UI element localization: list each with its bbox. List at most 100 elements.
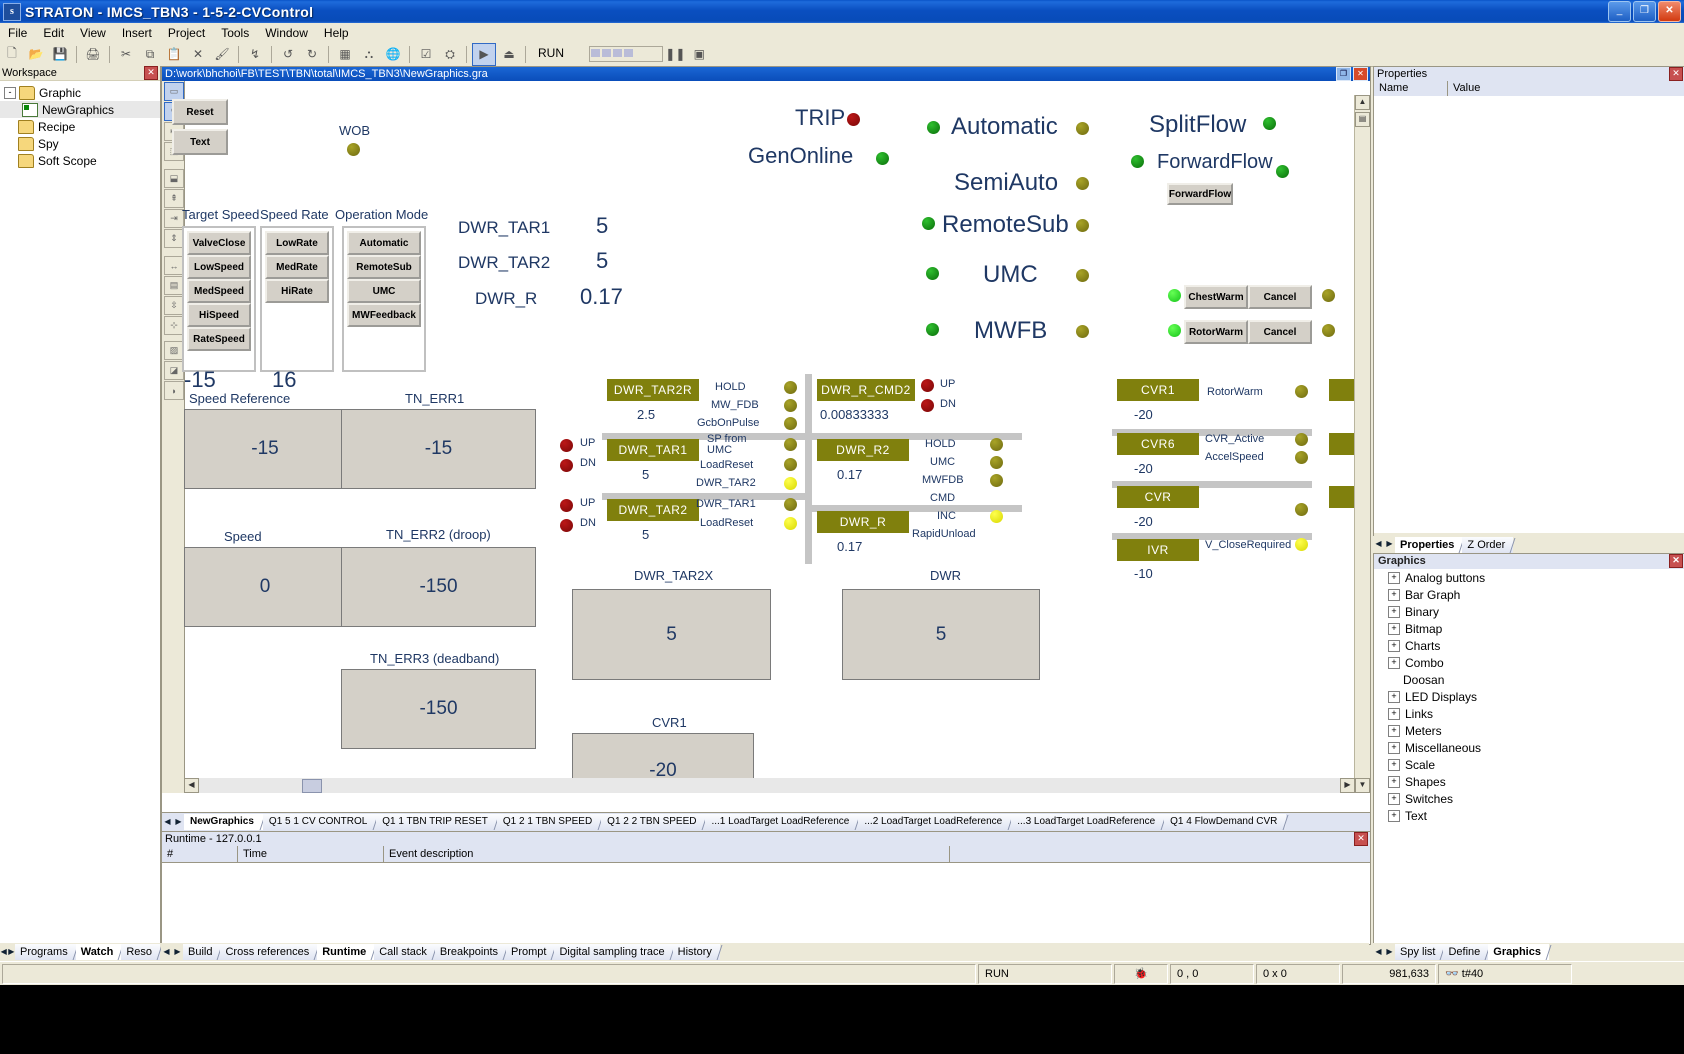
doctab-tbn-trip-reset[interactable]: Q1 1 TBN TRIP RESET <box>376 814 497 830</box>
graphics-item-doosan[interactable]: Doosan <box>1374 671 1684 688</box>
graphics-item-switches[interactable]: + Switches <box>1374 790 1684 807</box>
block-tag-ivr[interactable]: IVR <box>1117 539 1199 561</box>
align-top-icon[interactable]: ⇞ <box>164 189 184 208</box>
expand-icon[interactable]: + <box>1388 792 1400 805</box>
column-name[interactable]: Name <box>1374 81 1448 96</box>
pattern-icon[interactable]: ⊹ <box>164 316 184 335</box>
btn-medspeed[interactable]: MedSpeed <box>187 279 251 303</box>
block-tag-dwr-r-cmd2[interactable]: DWR_R_CMD2 <box>817 379 915 401</box>
workspace-close-icon[interactable]: ✕ <box>144 66 158 80</box>
btn-medrate[interactable]: MedRate <box>265 255 329 279</box>
block-tag-cvr[interactable]: CVR <box>1117 486 1199 508</box>
debugtab-breakpoints[interactable]: Breakpoints <box>434 944 507 960</box>
globe-icon[interactable]: 🌐 <box>382 44 404 65</box>
delete-icon[interactable]: ✕ <box>187 44 209 65</box>
doctab-cv-control[interactable]: Q1 5 1 CV CONTROL <box>262 814 377 830</box>
btn-hirate[interactable]: HiRate <box>265 279 329 303</box>
expand-icon[interactable]: + <box>1388 758 1400 771</box>
proptab-z-order[interactable]: Z Order <box>1462 536 1514 553</box>
proptab-prev-icon[interactable]: ◀ <box>1373 538 1384 551</box>
tab-next-icon[interactable]: ▶ <box>8 946 16 959</box>
block-tag-dwr-tar2[interactable]: DWR_TAR2 <box>607 499 699 521</box>
graphics-item-bitmap[interactable]: + Bitmap <box>1374 620 1684 637</box>
menu-help[interactable]: Help <box>316 24 357 42</box>
block-tag-dwr-tar1[interactable]: DWR_TAR1 <box>607 439 699 461</box>
debugtab-cross-references[interactable]: Cross references <box>220 944 318 960</box>
menu-edit[interactable]: Edit <box>35 24 72 42</box>
debugtab-build[interactable]: Build <box>183 944 221 960</box>
open-icon[interactable]: 📂 <box>25 44 47 65</box>
doctab-loadtarget-3[interactable]: ...3 LoadTarget LoadReference <box>1011 814 1165 830</box>
block-tag-cvr6[interactable]: CVR6 <box>1117 433 1199 455</box>
paste-icon[interactable]: 📋 <box>163 44 185 65</box>
canvas-vertical-scrollbar[interactable]: ▲ ▤ ▼ <box>1354 95 1370 793</box>
block-tag-dwr-r2[interactable]: DWR_R2 <box>817 439 909 461</box>
tn-err2-box[interactable]: -150 <box>341 547 536 627</box>
btn-ratespeed[interactable]: RateSpeed <box>187 327 251 351</box>
btn-mwfeedback[interactable]: MWFeedback <box>347 303 421 327</box>
format-paint-icon[interactable]: 🖌 <box>211 44 233 65</box>
rotorwarm-cancel-button[interactable]: Cancel <box>1248 320 1312 344</box>
tree-item-recipe[interactable]: Recipe <box>0 118 160 135</box>
gfxtab-prev-icon[interactable]: ◀ <box>1373 946 1384 959</box>
debugtab-runtime[interactable]: Runtime <box>317 944 375 960</box>
hierarchy-icon[interactable]: ⛬ <box>358 44 380 65</box>
doctab-tbn-speed-1[interactable]: Q1 2 1 TBN SPEED <box>496 814 602 830</box>
doctab-loadtarget-1[interactable]: ...1 LoadTarget LoadReference <box>705 814 859 830</box>
menu-view[interactable]: View <box>72 24 114 42</box>
expand-icon[interactable]: + <box>1388 690 1400 703</box>
tree-item-softscope[interactable]: Soft Scope <box>0 152 160 169</box>
graphic-canvas[interactable]: ▭ ↖ ⇤ ⬚ ⬓ ⇞ ⇥ ⇕ ↔ ▤ ⇳ ⊹ ▨ ◪ ◗ Reset Text… <box>162 81 1370 793</box>
scroll-up-icon[interactable]: ▲ <box>1355 95 1370 110</box>
proptab-next-icon[interactable]: ▶ <box>1384 538 1395 551</box>
graphics-item-led-displays[interactable]: + LED Displays <box>1374 688 1684 705</box>
menu-window[interactable]: Window <box>257 24 316 42</box>
properties-list[interactable] <box>1374 96 1684 533</box>
menu-file[interactable]: File <box>0 24 35 42</box>
tab-resources[interactable]: Reso <box>121 944 160 960</box>
expand-icon[interactable]: + <box>1388 656 1400 669</box>
gfxtab-define[interactable]: Define <box>1443 944 1489 960</box>
scroll-thumb[interactable] <box>302 779 322 793</box>
grid-icon[interactable]: ▦ <box>334 44 356 65</box>
maximize-button[interactable]: ❐ <box>1633 1 1656 22</box>
chestwarm-button[interactable]: ChestWarm <box>1184 285 1248 309</box>
tab-prev-icon[interactable]: ◀ <box>0 946 8 959</box>
paint-bucket-icon[interactable]: ◗ <box>164 381 184 400</box>
expand-icon[interactable]: + <box>1388 605 1400 618</box>
expand-icon[interactable]: + <box>1388 571 1400 584</box>
fill-icon[interactable]: ◪ <box>164 361 184 380</box>
debugtab-next-icon[interactable]: ▶ <box>172 946 183 959</box>
tn-err1-box[interactable]: -15 <box>341 409 536 489</box>
debugtab-history[interactable]: History <box>672 944 720 960</box>
run-debug-icon[interactable]: ▶ <box>472 42 496 66</box>
menu-tools[interactable]: Tools <box>213 24 257 42</box>
properties-close-icon[interactable]: ✕ <box>1669 67 1683 81</box>
tree-item-newgraphics[interactable]: NewGraphics <box>0 101 160 118</box>
menu-insert[interactable]: Insert <box>114 24 160 42</box>
graphics-item-text[interactable]: + Text <box>1374 807 1684 824</box>
runtime-close-icon[interactable]: ✕ <box>1354 832 1368 846</box>
chestwarm-cancel-button[interactable]: Cancel <box>1248 285 1312 309</box>
distribute-h-icon[interactable]: ↔ <box>164 256 184 275</box>
close-button[interactable]: ✕ <box>1658 1 1681 22</box>
doctab-loadtarget-2[interactable]: ...2 LoadTarget LoadReference <box>858 814 1012 830</box>
graphics-item-miscellaneous[interactable]: + Miscellaneous <box>1374 739 1684 756</box>
column-value[interactable]: Value <box>1448 81 1684 96</box>
stop-icon[interactable]: ▣ <box>688 44 710 65</box>
column-event-description[interactable]: Event description <box>384 846 950 862</box>
doctab-next-icon[interactable]: ▶ <box>173 816 184 829</box>
btn-umc[interactable]: UMC <box>347 279 421 303</box>
scroll-down-icon[interactable]: ▼ <box>1355 778 1370 793</box>
gfxtab-next-icon[interactable]: ▶ <box>1384 946 1395 959</box>
doctab-flowdemand-cvr[interactable]: Q1 4 FlowDemand CVR <box>1164 814 1287 830</box>
speed-reference-box[interactable]: -15 <box>184 409 346 489</box>
check-icon[interactable]: ☑ <box>415 44 437 65</box>
cut-icon[interactable]: ✂ <box>115 44 137 65</box>
scroll-right-icon[interactable]: ▶ <box>1340 778 1355 793</box>
expand-toggle-icon[interactable]: - <box>4 86 16 99</box>
proptab-properties[interactable]: Properties <box>1395 536 1463 553</box>
speed-box[interactable]: 0 <box>184 547 346 627</box>
expand-icon[interactable]: + <box>1388 622 1400 635</box>
gfxtab-spy-list[interactable]: Spy list <box>1395 944 1444 960</box>
